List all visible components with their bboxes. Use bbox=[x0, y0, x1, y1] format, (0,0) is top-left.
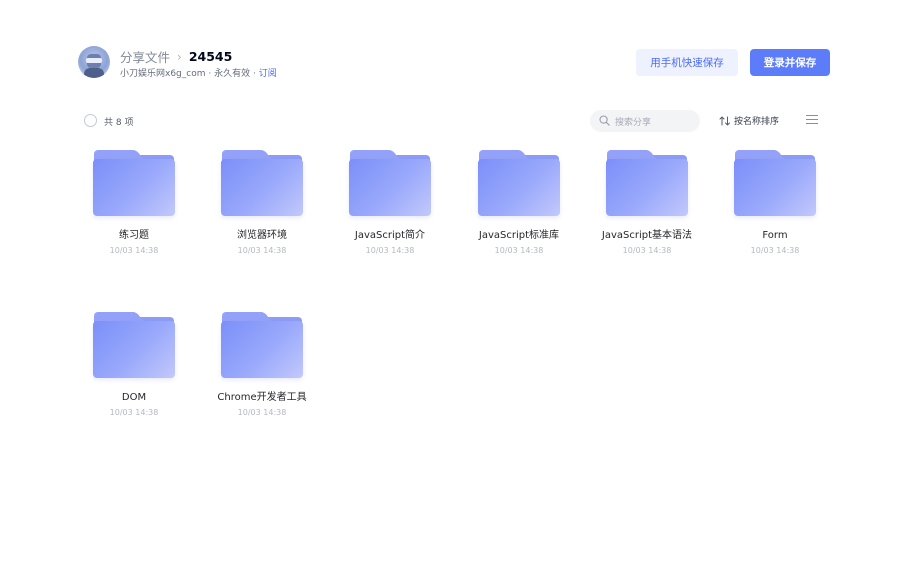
folder-icon bbox=[734, 146, 816, 216]
folder-item[interactable]: 浏览器环境 10/03 14:38 bbox=[206, 146, 318, 258]
folder-date: 10/03 14:38 bbox=[237, 246, 287, 255]
folder-icon bbox=[93, 146, 175, 216]
sort-label: 按名称排序 bbox=[734, 117, 780, 127]
meta-separator: · bbox=[208, 69, 212, 79]
folder-date: 10/03 14:38 bbox=[750, 246, 800, 255]
breadcrumb-root[interactable]: 分享文件 bbox=[120, 47, 170, 66]
folder-date: 10/03 14:38 bbox=[109, 408, 159, 417]
folder-date: 10/03 14:38 bbox=[109, 246, 159, 255]
login-and-save-button[interactable]: 登录并保存 bbox=[750, 49, 830, 76]
folder-item[interactable]: Chrome开发者工具 10/03 14:38 bbox=[206, 308, 318, 420]
folder-item[interactable]: 练习题 10/03 14:38 bbox=[78, 146, 190, 258]
folder-item[interactable]: JavaScript简介 10/03 14:38 bbox=[334, 146, 446, 258]
folder-date: 10/03 14:38 bbox=[237, 408, 287, 417]
folder-name: 练习题 bbox=[119, 230, 149, 241]
folder-date: 10/03 14:38 bbox=[494, 246, 544, 255]
validity-text: 永久有效 bbox=[214, 69, 251, 79]
list-view-icon[interactable] bbox=[806, 114, 820, 126]
search-input[interactable]: 搜索分享 bbox=[590, 110, 700, 132]
folder-icon bbox=[221, 146, 303, 216]
folder-name: DOM bbox=[121, 392, 147, 403]
sharer-name: 小刀娱乐网x6g_com bbox=[120, 69, 206, 79]
quick-save-phone-button[interactable]: 用手机快速保存 bbox=[636, 49, 738, 76]
folder-date: 10/03 14:38 bbox=[622, 246, 672, 255]
breadcrumb: 分享文件 › 24545 bbox=[120, 47, 232, 66]
folder-icon bbox=[349, 146, 431, 216]
sort-button[interactable]: 按名称排序 bbox=[719, 114, 779, 127]
folder-name: 浏览器环境 bbox=[237, 230, 287, 241]
folder-item[interactable]: DOM 10/03 14:38 bbox=[78, 308, 190, 420]
select-all-radio-icon[interactable] bbox=[84, 114, 97, 127]
breadcrumb-current: 24545 bbox=[188, 49, 233, 64]
folder-icon bbox=[93, 308, 175, 378]
file-toolbar: 共 8 项 搜索分享 按名称排序 bbox=[84, 108, 830, 134]
folder-name: Chrome开发者工具 bbox=[217, 392, 307, 403]
folder-item[interactable]: JavaScript标准库 10/03 14:38 bbox=[463, 146, 575, 258]
folder-icon bbox=[606, 146, 688, 216]
breadcrumb-separator: › bbox=[177, 49, 182, 64]
folder-name: JavaScript简介 bbox=[354, 230, 426, 241]
sort-arrows-icon bbox=[719, 116, 730, 125]
folder-name: Form bbox=[762, 230, 788, 241]
folder-icon bbox=[478, 146, 560, 216]
search-placeholder: 搜索分享 bbox=[615, 118, 652, 128]
share-meta: 小刀娱乐网x6g_com · 永久有效 · 订阅 bbox=[120, 66, 277, 79]
item-count: 共 8 项 bbox=[104, 118, 134, 128]
folder-item[interactable]: Form 10/03 14:38 bbox=[719, 146, 831, 258]
search-icon bbox=[599, 115, 610, 126]
folder-name: JavaScript基本语法 bbox=[601, 230, 693, 241]
subscribe-link[interactable]: 订阅 bbox=[259, 69, 277, 79]
share-header: 分享文件 › 24545 小刀娱乐网x6g_com · 永久有效 · 订阅 用手… bbox=[78, 44, 830, 84]
meta-separator: · bbox=[253, 69, 256, 79]
folder-item[interactable]: JavaScript基本语法 10/03 14:38 bbox=[591, 146, 703, 258]
folder-icon bbox=[221, 308, 303, 378]
folder-date: 10/03 14:38 bbox=[365, 246, 415, 255]
avatar-icon bbox=[78, 46, 110, 78]
folder-name: JavaScript标准库 bbox=[478, 230, 560, 241]
